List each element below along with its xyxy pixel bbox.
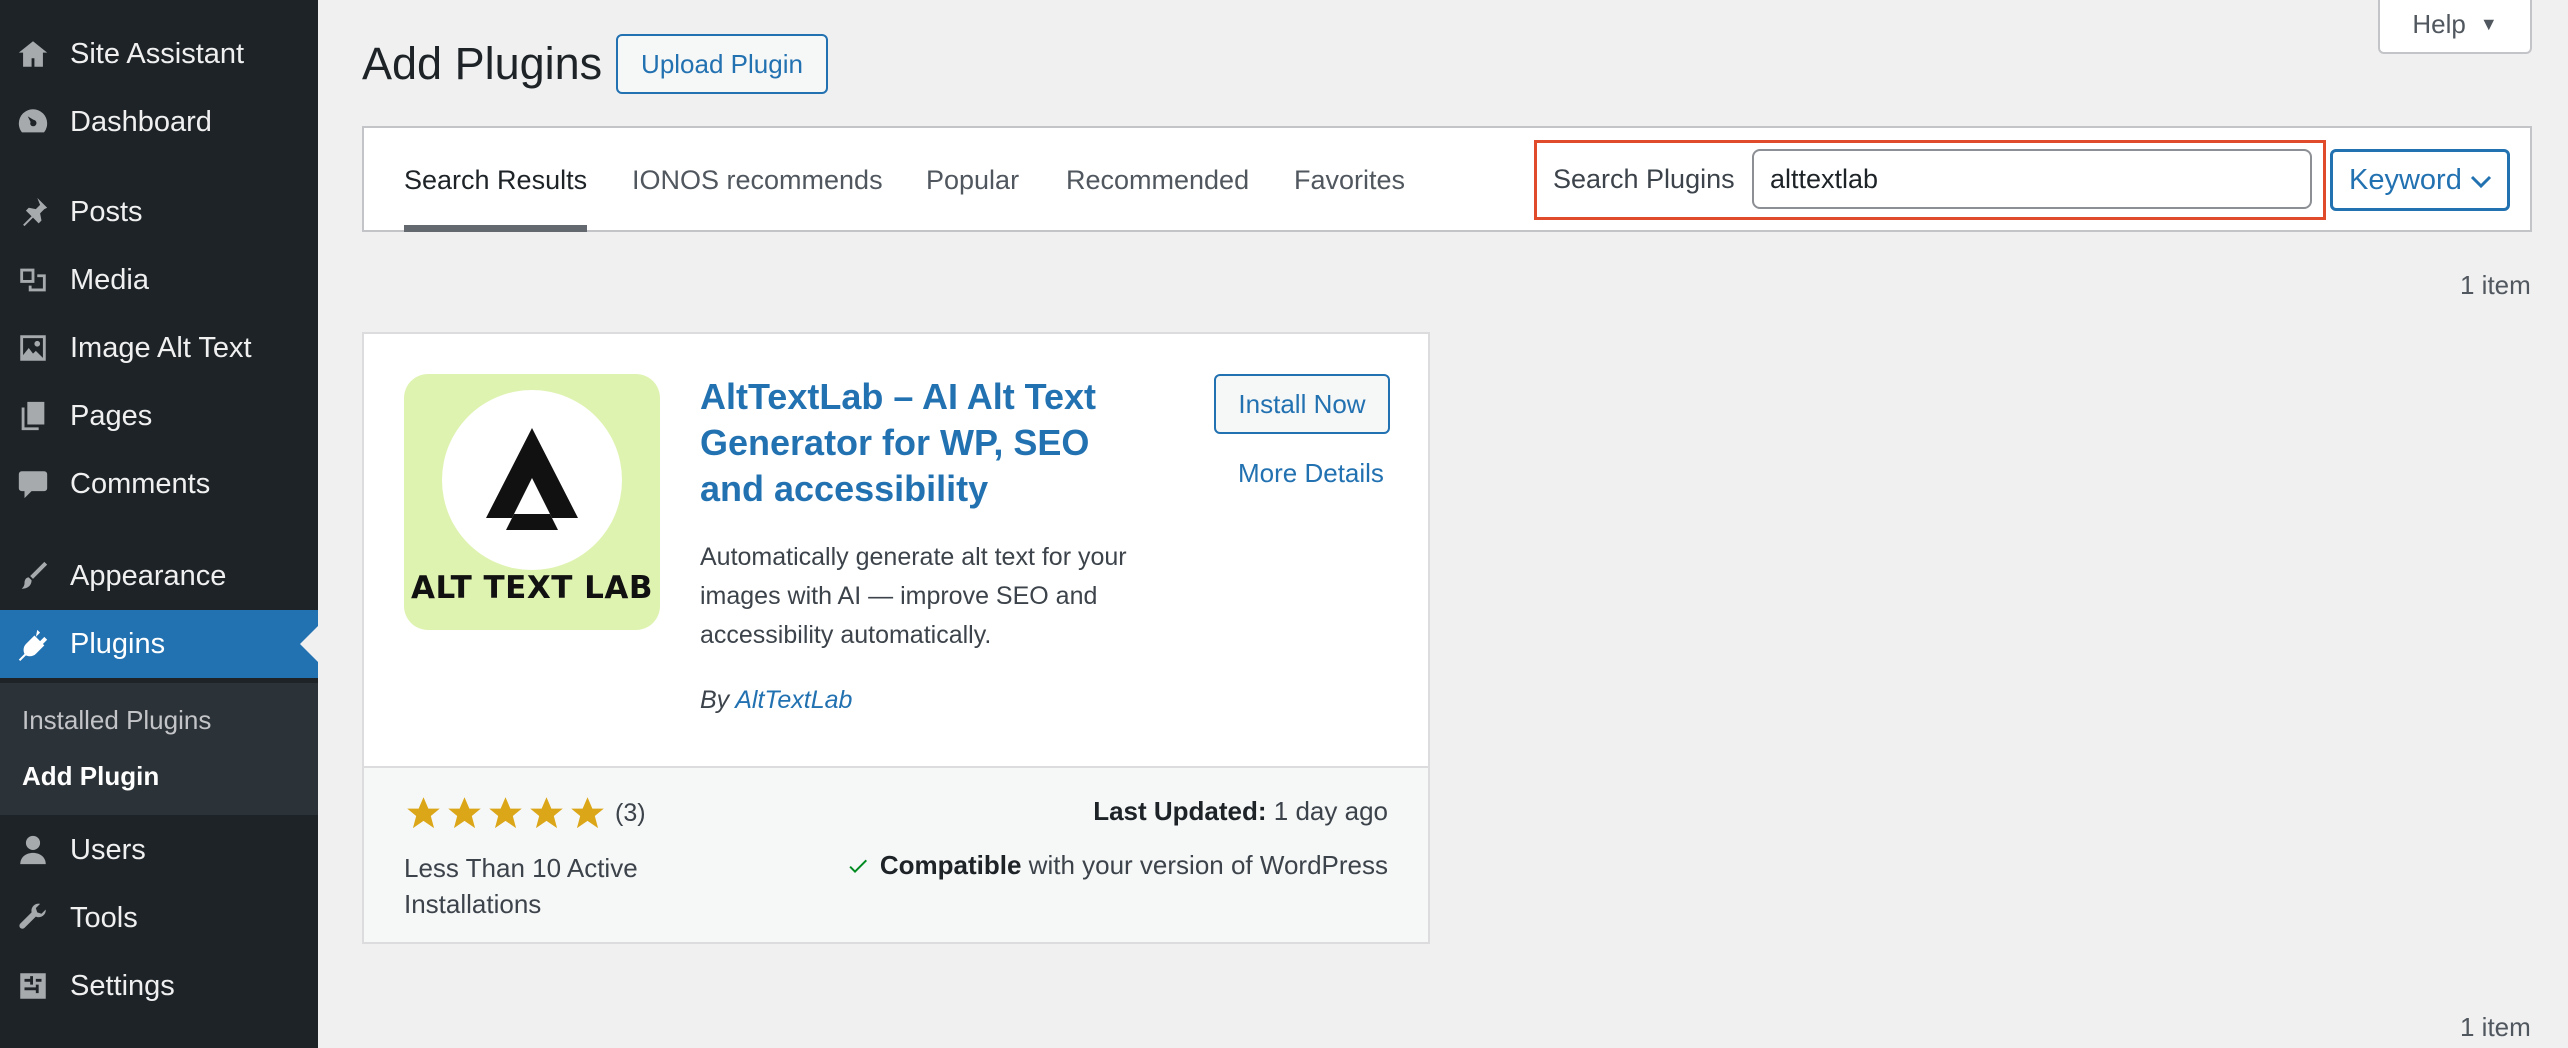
sidebar-item-users[interactable]: Users [0, 816, 318, 884]
sidebar-item-site-assistant[interactable]: Site Assistant [0, 20, 318, 88]
author-link[interactable]: AltTextLab [735, 686, 852, 714]
admin-sidebar: Site Assistant Dashboard Posts Media Ima… [0, 0, 318, 1048]
results-count-bottom: 1 item [2460, 1012, 2531, 1042]
plugin-logo: ALT TEXT LAB [404, 374, 660, 630]
upload-plugin-button[interactable]: Upload Plugin [616, 34, 828, 94]
chevron-down-icon [2470, 175, 2492, 189]
compatible-text: with your version of WordPress [1028, 850, 1388, 880]
rating-count[interactable]: (3) [615, 799, 646, 828]
sidebar-item-label: Comments [70, 467, 211, 500]
dashboard-icon [14, 103, 52, 141]
compatible-label: Compatible [879, 850, 1022, 880]
star-rating: (3) [404, 794, 646, 833]
pages-icon [14, 397, 52, 435]
settings-icon [14, 967, 52, 1005]
submenu-item-add-plugin[interactable]: Add Plugin [22, 761, 159, 792]
install-now-button[interactable]: Install Now [1214, 374, 1390, 434]
sidebar-item-pages[interactable]: Pages [0, 382, 318, 450]
results-count: 1 item [2460, 270, 2531, 300]
submenu-item-installed-plugins[interactable]: Installed Plugins [22, 705, 211, 736]
search-label: Search Plugins [1553, 164, 1735, 194]
sidebar-item-label: Dashboard [70, 105, 212, 138]
checkmark-icon [849, 859, 867, 873]
home-icon [14, 35, 52, 73]
sidebar-item-tools[interactable]: Tools [0, 884, 318, 952]
sidebar-item-label: Plugins [70, 627, 166, 660]
alt-text-lab-logo-icon [486, 428, 578, 530]
tab-recommended[interactable]: Recommended [1066, 128, 1249, 232]
help-label: Help [2412, 8, 2466, 39]
sidebar-item-label: Users [70, 833, 146, 866]
wrench-icon [14, 899, 52, 937]
plugin-card: ALT TEXT LAB AltTextLab – AI Alt Text Ge… [362, 332, 1430, 944]
compatibility-status: Compatible with your version of WordPres… [846, 850, 1388, 881]
sidebar-item-label: Site Assistant [70, 37, 245, 70]
pin-icon [14, 193, 52, 231]
star-icon [530, 797, 563, 829]
plugin-description: Automatically generate alt text for your… [700, 543, 1127, 649]
sidebar-item-media[interactable]: Media [0, 246, 318, 314]
sidebar-item-label: Settings [70, 969, 175, 1002]
search-type-value: Keyword [2349, 163, 2462, 196]
sidebar-item-plugins[interactable]: Plugins [0, 610, 318, 678]
brush-icon [14, 557, 52, 595]
plugin-card-footer: (3) Less Than 10 Active Installations La… [364, 766, 1428, 942]
sidebar-item-image-alt-text[interactable]: Image Alt Text [0, 314, 318, 382]
sidebar-item-settings[interactable]: Settings [0, 952, 318, 1020]
tab-ionos-recommends[interactable]: IONOS recommends [632, 128, 883, 232]
plugin-author: By AltTextLab [700, 686, 852, 715]
media-icon [14, 261, 52, 299]
last-updated-label: Last Updated: [1093, 796, 1267, 826]
last-updated: Last Updated: 1 day ago [1093, 796, 1388, 827]
star-icon [489, 797, 522, 829]
sidebar-item-posts[interactable]: Posts [0, 178, 318, 246]
plugin-name-link[interactable]: AltTextLab – AI Alt Text Generator for W… [700, 374, 1130, 512]
more-details-link[interactable]: More Details [1238, 458, 1384, 489]
help-button[interactable]: Help ▼ [2378, 0, 2532, 54]
last-updated-value: 1 day ago [1273, 796, 1388, 826]
sidebar-item-dashboard[interactable]: Dashboard [0, 88, 318, 156]
star-icon [407, 797, 440, 829]
sidebar-item-appearance[interactable]: Appearance [0, 542, 318, 610]
sidebar-item-comments[interactable]: Comments [0, 450, 318, 518]
sidebar-item-label: Posts [70, 195, 143, 228]
active-installs: Less Than 10 Active Installations [404, 853, 638, 919]
sidebar-item-label: Media [70, 263, 149, 296]
star-icon [448, 797, 481, 829]
image-icon [14, 329, 52, 367]
plugins-submenu: Installed Plugins Add Plugin [0, 683, 318, 815]
sidebar-item-label: Tools [70, 901, 138, 934]
tab-favorites[interactable]: Favorites [1294, 128, 1405, 232]
star-icon [571, 797, 604, 829]
logo-text: ALT TEXT LAB [410, 570, 654, 606]
comment-icon [14, 465, 52, 503]
user-icon [14, 831, 52, 869]
search-input[interactable] [1752, 149, 2312, 209]
search-type-select[interactable]: Keyword [2330, 149, 2510, 211]
author-prefix: By [700, 686, 730, 714]
sidebar-item-label: Pages [70, 399, 153, 432]
sidebar-item-label: Image Alt Text [70, 331, 252, 364]
tab-search-results[interactable]: Search Results [404, 128, 588, 232]
caret-down-icon: ▼ [2479, 13, 2498, 34]
logo-circle [442, 390, 622, 570]
plugin-icon [14, 625, 52, 663]
page-title: Add Plugins [362, 38, 603, 89]
sidebar-item-label: Appearance [70, 559, 227, 592]
tab-popular[interactable]: Popular [926, 128, 1019, 232]
